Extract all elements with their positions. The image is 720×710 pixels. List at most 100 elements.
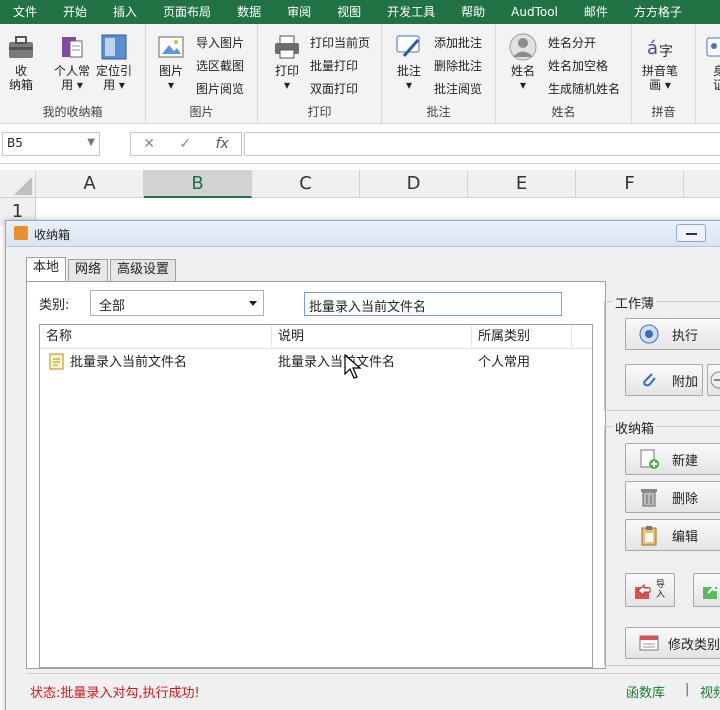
function-library-link[interactable]: 函数库 (626, 682, 665, 701)
list-item-name-cell: 批量录入当前文件名 (42, 350, 272, 376)
pinyin-stroke-button[interactable]: á字 拼音笔 画 ▾ (642, 32, 678, 92)
header-name[interactable]: 名称 (40, 325, 272, 349)
formula-input[interactable] (244, 132, 720, 156)
video-link[interactable]: 视频 (700, 682, 720, 701)
storage-panel-label: 收纳箱 (613, 418, 657, 437)
tab-mail[interactable]: 邮件 (571, 0, 621, 24)
tab-advanced-settings[interactable]: 高级设置 (110, 259, 177, 281)
modify-category-button[interactable]: 修改类别 (625, 627, 720, 659)
tab-file[interactable]: 文件 (0, 0, 50, 24)
mouse-cursor-icon (344, 354, 362, 379)
print-current-page-button[interactable]: 打印当前页 (310, 32, 370, 52)
delete-comment-button[interactable]: 删除批注 (434, 55, 482, 75)
list-item-name: 批量录入当前文件名 (70, 355, 188, 370)
locate-reference-button[interactable]: 定位引 用 ▾ (96, 32, 132, 92)
workbook-panel: 工作薄 执行 附加 (604, 293, 720, 411)
group-pinyin: á字 拼音笔 画 ▾ 拼音 (632, 24, 696, 124)
column-header-d[interactable]: D (360, 170, 468, 198)
delete-button[interactable]: 删除 (625, 481, 720, 513)
dialog-titlebar[interactable]: 收纳箱 (6, 221, 720, 247)
storage-box-button[interactable]: 收 纳箱 (6, 32, 36, 92)
attach-button[interactable]: 附加 (625, 364, 703, 396)
random-name-button[interactable]: 生成随机姓名 (548, 78, 620, 98)
list-item[interactable]: 批量录入当前文件名 批量录入当前文件名 个人常用 (40, 350, 592, 376)
list-header: 名称 说明 所属类别 (40, 325, 592, 349)
tab-review[interactable]: 审阅 (274, 0, 324, 24)
tab-developer[interactable]: 开发工具 (374, 0, 448, 24)
tab-view[interactable]: 视图 (324, 0, 374, 24)
tab-network[interactable]: 网络 (68, 259, 109, 281)
personal-common-label: 个人常 用 ▾ (54, 64, 91, 92)
attach-label: 附加 (672, 374, 699, 390)
chevron-down-icon[interactable]: ▼ (87, 137, 95, 148)
tab-audtool[interactable]: AudTool (498, 0, 571, 24)
category-select[interactable]: 全部 (90, 290, 264, 316)
id-card-label: 身 证 (712, 64, 720, 92)
column-header-e[interactable]: E (468, 170, 576, 198)
column-header-b[interactable]: B (144, 170, 252, 198)
split-name-button[interactable]: 姓名分开 (548, 32, 596, 52)
random-name-label: 生成随机姓名 (548, 81, 621, 96)
id-card-button[interactable]: 身 证 (704, 32, 720, 92)
print-button[interactable]: 打印 ▾ (272, 32, 302, 92)
browse-comment-button[interactable]: 批注阅览 (434, 78, 482, 98)
delete-comment-label: 删除批注 (434, 58, 483, 73)
batch-print-label: 批量打印 (310, 58, 359, 73)
tab-help[interactable]: 帮助 (448, 0, 498, 24)
add-comment-button[interactable]: 添加批注 (434, 32, 482, 52)
column-header-f[interactable]: F (576, 170, 684, 198)
picture-button[interactable]: 图片 ▾ (156, 32, 186, 92)
import-button[interactable]: 导 入 (625, 573, 675, 607)
duplex-print-label: 双面打印 (310, 81, 359, 96)
cancel-icon[interactable]: ✕ (143, 136, 155, 152)
tab-insert[interactable]: 插入 (100, 0, 150, 24)
tab-home[interactable]: 开始 (50, 0, 100, 24)
id-card-icon (706, 37, 720, 57)
name-add-space-button[interactable]: 姓名加空格 (548, 55, 608, 75)
tab-page-layout[interactable]: 页面布局 (150, 0, 224, 24)
group-name: 姓名 ▾ 姓名分开 姓名加空格 生成随机姓名 姓名 (496, 24, 632, 124)
pinyin-stroke-label: 拼音笔 画 ▾ (642, 64, 679, 92)
group-label-name: 姓名 (551, 105, 576, 119)
confirm-icon[interactable]: ✓ (179, 136, 191, 152)
picture-browse-button[interactable]: 图片阅览 (196, 78, 244, 98)
column-header-a[interactable]: A (36, 170, 144, 198)
remove-attach-button[interactable] (707, 364, 720, 396)
fx-icon[interactable]: fx (216, 136, 229, 152)
trash-icon (641, 489, 657, 507)
export-button[interactable] (693, 573, 720, 607)
select-all-corner[interactable] (0, 170, 36, 198)
name-button[interactable]: 姓名 ▾ (508, 32, 538, 92)
tab-fangfang[interactable]: 方方格子 (621, 0, 695, 24)
tab-local[interactable]: 本地 (26, 257, 67, 281)
selection-screenshot-label: 选区截图 (196, 58, 245, 73)
name-box[interactable]: B5 ▼ (2, 132, 100, 156)
execute-button[interactable]: 执行 (625, 318, 720, 350)
import-picture-button[interactable]: 导入图片 (196, 32, 244, 52)
modify-category-label: 修改类别 (668, 637, 720, 653)
duplex-print-button[interactable]: 双面打印 (310, 78, 358, 98)
personal-common-button[interactable]: 个人常 用 ▾ (54, 32, 90, 92)
comment-button[interactable]: 批注 ▾ (394, 32, 424, 92)
group-label-pinyin: 拼音 (651, 105, 676, 119)
personal-icon (62, 37, 83, 58)
tab-data[interactable]: 数据 (224, 0, 274, 24)
minimize-button[interactable] (676, 224, 706, 242)
formula-buttons: ✕ ✓ fx (130, 132, 242, 156)
storage-box-dialog: 收纳箱 本地 网络 高级设置 类别: 全部 批量录入当前文件名 名称 说明 所属… (5, 220, 720, 710)
new-button[interactable]: 新建 (625, 443, 720, 475)
import-icon (635, 583, 651, 599)
header-category[interactable]: 所属类别 (472, 325, 572, 349)
dialog-status-bar: 状态:批量录入对勾,执行成功! 函数库 | 视频 (26, 673, 720, 709)
header-description[interactable]: 说明 (272, 325, 472, 349)
execute-label: 执行 (672, 328, 699, 344)
edit-button[interactable]: 编辑 (625, 519, 720, 551)
app-icon (14, 226, 28, 240)
group-label-picture: 图片 (189, 105, 214, 119)
batch-print-button[interactable]: 批量打印 (310, 55, 358, 75)
column-headers: A B C D E F (0, 170, 720, 198)
column-header-c[interactable]: C (252, 170, 360, 198)
new-document-icon (640, 449, 659, 469)
search-input[interactable]: 批量录入当前文件名 (304, 292, 562, 316)
selection-screenshot-button[interactable]: 选区截图 (196, 55, 244, 75)
